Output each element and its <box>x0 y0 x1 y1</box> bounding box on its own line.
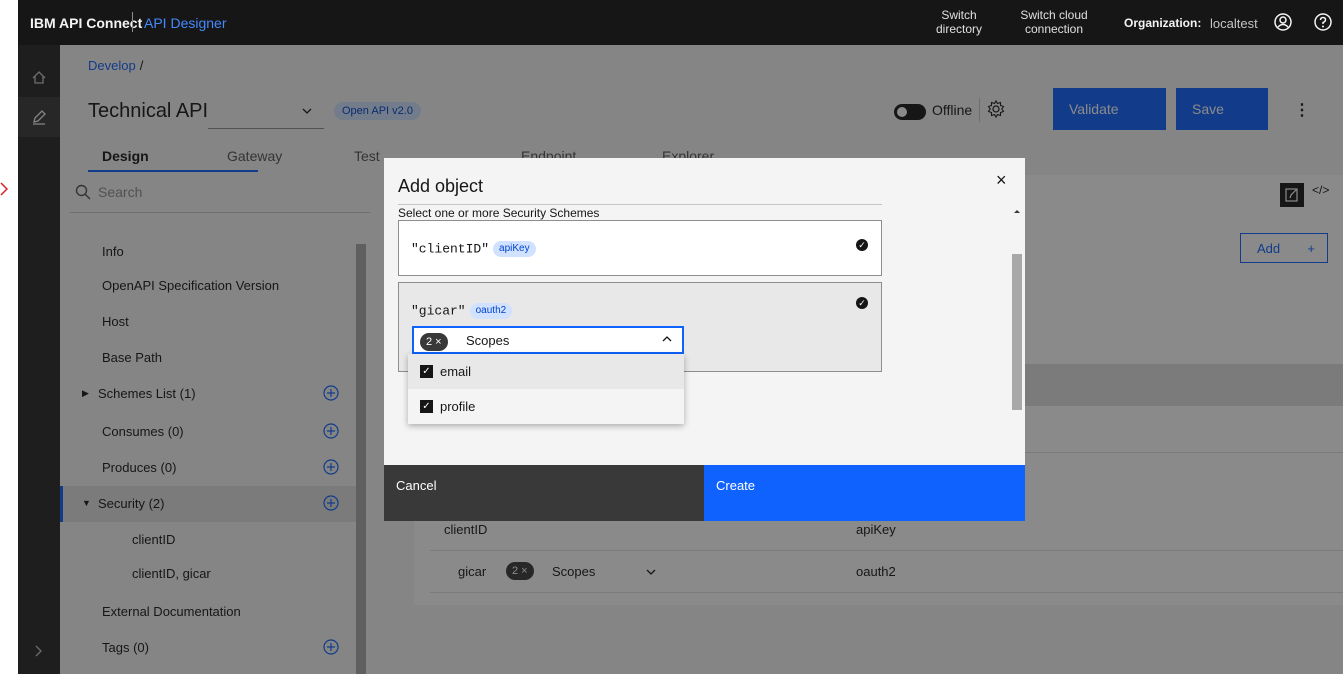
user-icon[interactable] <box>1272 11 1294 33</box>
scopes-multiselect[interactable]: 2 × Scopes <box>412 326 684 354</box>
scheme-option-clientid[interactable]: "clientID" apiKey ✓ <box>398 220 882 276</box>
create-button[interactable]: Create <box>704 465 1025 521</box>
scheme-name: "gicar" <box>411 303 466 319</box>
scroll-up-icon[interactable] <box>1011 205 1023 217</box>
organization-value[interactable]: localtest <box>1210 16 1258 31</box>
switch-cloud-connection-link[interactable]: Switch cloud connection <box>1018 8 1090 36</box>
modal-footer: Cancel Create <box>384 465 1025 521</box>
modal-subtitle: Select one or more Security Schemes <box>398 206 600 220</box>
checkmark-icon: ✓ <box>856 297 868 309</box>
add-object-modal: Add object × Select one or more Security… <box>384 158 1025 521</box>
checkbox-checked-icon[interactable]: ✓ <box>420 365 433 378</box>
scheme-type-tag: oauth2 <box>469 303 513 319</box>
scope-count-tag[interactable]: 2 × <box>420 333 448 351</box>
scope-option-label: profile <box>440 399 476 414</box>
chevron-up-icon <box>662 336 672 342</box>
scheme-name-row: "gicar" oauth2 <box>411 303 513 319</box>
switch-directory-link[interactable]: Switch directory <box>933 8 985 36</box>
scheme-type-tag: apiKey <box>493 241 536 257</box>
cancel-button[interactable]: Cancel <box>384 465 704 521</box>
app-window: IBM API Connect API Designer Switch dire… <box>18 0 1343 674</box>
modal-scroll-thumb[interactable] <box>1012 254 1022 410</box>
modal-title: Add object <box>398 176 484 196</box>
close-icon[interactable]: × <box>996 170 1007 191</box>
scopes-label: Scopes <box>466 333 510 348</box>
scope-option-profile[interactable]: ✓ profile <box>408 389 684 424</box>
scope-option-label: email <box>440 364 472 379</box>
scope-option-email[interactable]: ✓ email <box>408 354 684 389</box>
modal-divider <box>398 204 882 205</box>
scheme-name: "clientID" <box>411 241 490 257</box>
help-icon[interactable] <box>1312 11 1334 33</box>
scheme-name-row: "clientID" apiKey <box>411 241 536 257</box>
brand-name: IBM API Connect <box>30 15 143 31</box>
app-name: API Designer <box>144 15 227 31</box>
annotation-arrow-icon <box>0 182 8 196</box>
scopes-dropdown-menu: ✓ email ✓ profile <box>408 354 684 424</box>
checkmark-icon: ✓ <box>856 239 868 251</box>
organization-label: Organization: <box>1124 16 1202 30</box>
checkbox-checked-icon[interactable]: ✓ <box>420 400 433 413</box>
brand-divider <box>132 12 133 32</box>
top-navigation-bar: IBM API Connect API Designer Switch dire… <box>18 0 1343 45</box>
